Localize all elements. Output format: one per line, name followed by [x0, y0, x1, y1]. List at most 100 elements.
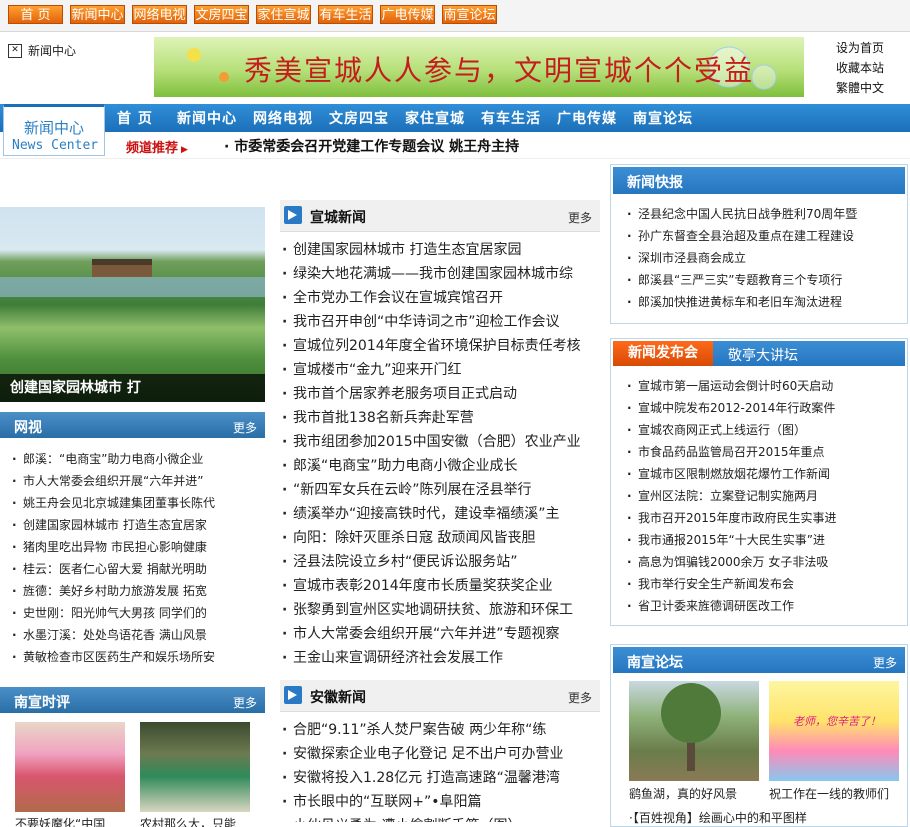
- set-homepage-link[interactable]: 设为首页: [836, 38, 884, 58]
- top-nav-study-treasures[interactable]: 文房四宝: [194, 5, 249, 24]
- brand[interactable]: ✕ 新闻中心: [8, 42, 76, 59]
- list-item[interactable]: “新四军女兵在云岭”陈列展在泾县举行: [280, 478, 600, 502]
- list-item[interactable]: 绿染大地花满城——我市创建国家园林城市综: [280, 262, 600, 286]
- main-nav-news-center[interactable]: 新闻中心: [177, 108, 237, 128]
- list-item[interactable]: 宣城中院发布2012-2014年行政案件: [625, 397, 900, 419]
- traditional-chinese-link[interactable]: 繁體中文: [836, 78, 884, 98]
- review-thumbnail[interactable]: [15, 722, 125, 812]
- xuancheng-news-more-link[interactable]: 更多: [568, 209, 592, 226]
- arrow-right-icon: [284, 686, 302, 704]
- forum-bottom-link[interactable]: ·【百姓视角】绘画心中的和平图样: [629, 809, 807, 826]
- top-nav-news-center[interactable]: 新闻中心: [70, 5, 125, 24]
- news-flash-box: 新闻快报 泾县纪念中国人民抗日战争胜利70周年暨 孙广东督查全县治超及重点在建工…: [610, 164, 908, 324]
- list-item[interactable]: 郎溪加快推进黄标车和老旧车淘汰进程: [625, 291, 900, 313]
- anhui-news-more-link[interactable]: 更多: [568, 689, 592, 706]
- review-thumbnail[interactable]: [140, 722, 250, 812]
- list-item[interactable]: 创建国家园林城市 打造生态宜居家: [10, 514, 260, 536]
- forum-caption[interactable]: 祝工作在一线的教师们: [769, 785, 889, 802]
- forum-caption[interactable]: 鹞鱼湖，真的好风景: [629, 785, 737, 802]
- broken-image-icon: ✕: [8, 43, 22, 58]
- video-more-link[interactable]: 更多: [233, 419, 257, 436]
- list-item[interactable]: 市人大常委会组织开展“六年并进”: [10, 470, 260, 492]
- list-item[interactable]: 孙广东督查全县治超及重点在建工程建设: [625, 225, 900, 247]
- list-item[interactable]: 泾县纪念中国人民抗日战争胜利70周年暨: [625, 203, 900, 225]
- list-item[interactable]: 省卫计委来旌德调研医改工作: [625, 595, 900, 617]
- list-item[interactable]: 郎溪“电商宝”助力电商小微企业成长: [280, 454, 600, 478]
- list-item[interactable]: 猪肉里吃出异物 市民担心影响健康: [10, 536, 260, 558]
- main-nav-car-life[interactable]: 有车生活: [481, 108, 541, 128]
- main-nav-broadcast-media[interactable]: 广电传媒: [557, 108, 617, 128]
- list-item[interactable]: 我市组团参加2015中国安徽（合肥）农业产业: [280, 430, 600, 454]
- list-item[interactable]: 宣城市第一届运动会倒计时60天启动: [625, 375, 900, 397]
- press-conference-list: 宣城市第一届运动会倒计时60天启动 宣城中院发布2012-2014年行政案件 宣…: [625, 375, 900, 617]
- list-item[interactable]: 我市首个居家养老服务项目正式启动: [280, 382, 600, 406]
- list-item[interactable]: 安徽将投入1.28亿元 打造高速路“温馨港湾: [280, 766, 600, 790]
- list-item[interactable]: 我市召开2015年度市政府民生实事进: [625, 507, 900, 529]
- list-item[interactable]: 市食品药品监管局召开2015年重点: [625, 441, 900, 463]
- triangle-right-icon: ▶: [181, 145, 188, 155]
- list-item[interactable]: 张黎勇到宣州区实地调研扶贫、旅游和环保工: [280, 598, 600, 622]
- list-item[interactable]: 姚王舟会见北京城建集团董事长陈代: [10, 492, 260, 514]
- thumbnail-note: 老师，您辛苦了！: [793, 715, 881, 728]
- list-item[interactable]: 合肥“9.11”杀人焚尸案告破 两少年称“练: [280, 718, 600, 742]
- top-nav-forum[interactable]: 南宣论坛: [442, 5, 497, 24]
- xuancheng-news-list: 创建国家园林城市 打造生态宜居家园 绿染大地花满城——我市创建国家园林城市综 全…: [280, 238, 600, 670]
- list-item[interactable]: 我市举行安全生产新闻发布会: [625, 573, 900, 595]
- list-item[interactable]: 宣城农商网正式上线运行（图）: [625, 419, 900, 441]
- forum-thumbnail[interactable]: 老师，您辛苦了！: [769, 681, 899, 781]
- list-item[interactable]: 全市党办工作会议在宣城宾馆召开: [280, 286, 600, 310]
- list-item[interactable]: 泾县法院设立乡村“便民诉讼服务站”: [280, 550, 600, 574]
- featured-photo-caption[interactable]: 创建国家园林城市 打: [0, 374, 265, 402]
- main-nav-forum[interactable]: 南宣论坛: [633, 108, 693, 128]
- list-item[interactable]: 小伙见义勇为 遭小偷割断手筋（图）: [280, 814, 600, 822]
- top-nav-car-life[interactable]: 有车生活: [318, 5, 373, 24]
- list-item[interactable]: 绩溪举办“迎接高铁时代，建设幸福绩溪”主: [280, 502, 600, 526]
- top-nav-broadcast-media[interactable]: 广电传媒: [380, 5, 435, 24]
- list-item[interactable]: 宣城楼市“金九”迎来开门红: [280, 358, 600, 382]
- list-item[interactable]: 旌德：美好乡村助力旅游发展 拓宽: [10, 580, 260, 602]
- main-nav-home-living[interactable]: 家住宣城: [405, 108, 465, 128]
- featured-photo[interactable]: 创建国家园林城市 打: [0, 207, 265, 402]
- section-tab: 新闻中心 News Center: [3, 104, 105, 156]
- forum-more-link[interactable]: 更多: [873, 654, 897, 671]
- list-item[interactable]: 史世刚：阳光帅气大男孩 同学们的: [10, 602, 260, 624]
- news-flash-title: 新闻快报: [627, 175, 683, 191]
- list-item[interactable]: 市人大常委会组织开展“六年并进”专题视察: [280, 622, 600, 646]
- review-more-link[interactable]: 更多: [233, 694, 257, 711]
- main-nav-study-treasures[interactable]: 文房四宝: [329, 108, 389, 128]
- list-item[interactable]: 宣州区法院：立案登记制实施两月: [625, 485, 900, 507]
- bookmark-link[interactable]: 收藏本站: [836, 58, 884, 78]
- forum-thumbnail[interactable]: [629, 681, 759, 781]
- list-item[interactable]: 水墨汀溪：处处鸟语花香 满山风景: [10, 624, 260, 646]
- main-nav-web-tv[interactable]: 网络电视: [253, 108, 313, 128]
- list-item[interactable]: 我市首批138名新兵奔赴军营: [280, 406, 600, 430]
- list-item[interactable]: 桂云：医者仁心留大爱 捐献光明助: [10, 558, 260, 580]
- top-nav-home[interactable]: 首 页: [8, 5, 63, 24]
- list-item[interactable]: 黄敏检查市区医药生产和娱乐场所安: [10, 646, 260, 668]
- top-nav-web-tv[interactable]: 网络电视: [132, 5, 187, 24]
- video-list: 郎溪：“电商宝”助力电商小微企业 市人大常委会组织开展“六年并进” 姚王舟会见北…: [10, 448, 260, 668]
- main-nav-home[interactable]: 首 页: [117, 108, 153, 128]
- review-caption[interactable]: 不要妖魔化“中国: [15, 815, 105, 827]
- list-item[interactable]: 深圳市泾县商会成立: [625, 247, 900, 269]
- list-item[interactable]: 创建国家园林城市 打造生态宜居家园: [280, 238, 600, 262]
- tab-jingting-lecture[interactable]: 敬亭大讲坛: [728, 345, 798, 365]
- section-title: 新闻中心: [24, 119, 85, 137]
- list-item[interactable]: 郎溪县“三严三实”专题教育三个专项行: [625, 269, 900, 291]
- top-nav-home-living[interactable]: 家住宣城: [256, 5, 311, 24]
- headline-link[interactable]: · 市委常委会召开党建工作专题会议 姚王舟主持: [224, 136, 519, 156]
- review-caption[interactable]: 农村那么大，只能: [140, 815, 236, 827]
- list-item[interactable]: 高息为饵骗钱2000余万 女子非法吸: [625, 551, 900, 573]
- list-item[interactable]: 宣城市区限制燃放烟花爆竹工作新闻: [625, 463, 900, 485]
- list-item[interactable]: 王金山来宣调研经济社会发展工作: [280, 646, 600, 670]
- list-item[interactable]: 宣城市表彰2014年度市长质量奖获奖企业: [280, 574, 600, 598]
- list-item[interactable]: 我市通报2015年“十大民生实事”进: [625, 529, 900, 551]
- list-item[interactable]: 安徽探索企业电子化登记 足不出户可办营业: [280, 742, 600, 766]
- banner[interactable]: 秀美宣城人人参与，文明宣城个个受益: [154, 37, 804, 97]
- list-item[interactable]: 宣城位列2014年度全省环境保护目标责任考核: [280, 334, 600, 358]
- list-item[interactable]: 郎溪：“电商宝”助力电商小微企业: [10, 448, 260, 470]
- tab-press-conference[interactable]: 新闻发布会: [613, 341, 713, 366]
- list-item[interactable]: 向阳：除奸灭匪杀日寇 敌顽闻风皆丧胆: [280, 526, 600, 550]
- list-item[interactable]: 市长眼中的“互联网+”•阜阳篇: [280, 790, 600, 814]
- list-item[interactable]: 我市召开申创“中华诗词之市”迎检工作会议: [280, 310, 600, 334]
